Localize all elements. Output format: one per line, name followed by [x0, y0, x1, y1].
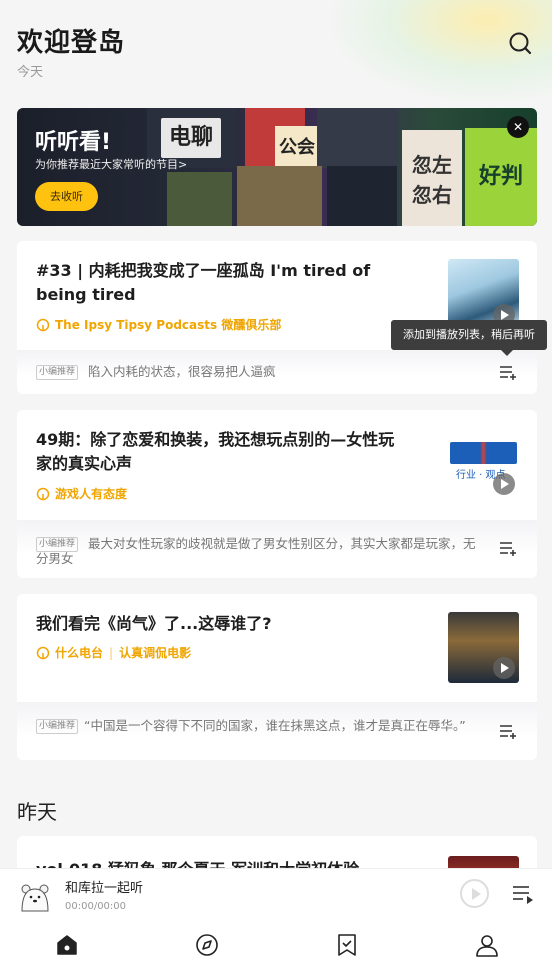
- add-to-playlist-icon[interactable]: [499, 540, 517, 556]
- podcast-icon: [36, 318, 50, 331]
- player-time: 00:00/00:00: [65, 901, 127, 912]
- source-name: 游戏人有态度: [55, 487, 128, 501]
- play-button[interactable]: [460, 879, 489, 908]
- header: 欢迎登岛 今天: [17, 22, 535, 82]
- podcast-icon: [36, 487, 50, 500]
- banner-tile: [237, 166, 322, 226]
- source-separator: |: [109, 645, 114, 660]
- add-to-playlist-icon[interactable]: [499, 723, 517, 739]
- recommendation-text-content: 最大对女性玩家的歧视就是做了男女性别区分，其实大家都是玩家，无分男女: [36, 536, 476, 566]
- play-icon[interactable]: [493, 473, 515, 495]
- close-icon[interactable]: ✕: [507, 116, 529, 138]
- profile-icon[interactable]: [475, 933, 499, 957]
- source-name: 认真调侃电影: [119, 646, 192, 660]
- banner-tile: [317, 108, 397, 168]
- episode-title[interactable]: #33 | 内耗把我变成了一座孤岛 I'm tired of being tir…: [36, 259, 406, 307]
- recommendation-row: 小编推荐 陷入内耗的状态，很容易把人逼疯: [17, 350, 537, 394]
- episode-cover[interactable]: [448, 612, 519, 683]
- episode-source[interactable]: The Ipsy Tipsy Podcasts 微醺俱乐部: [36, 316, 281, 333]
- editor-pick-badge: 小编推荐: [36, 365, 79, 380]
- banner-tile: [327, 166, 397, 226]
- listen-button[interactable]: 去收听: [35, 182, 98, 211]
- recommendation-text: 陷入内耗的状态，很容易把人逼疯: [88, 364, 276, 379]
- episode-cover[interactable]: 行业 · 观点: [448, 428, 519, 499]
- banner-tile: 公会: [275, 126, 319, 170]
- recommendation-row: 小编推荐 最大对女性玩家的歧视就是做了男女性别区分，其实大家都是玩家，无分男女: [17, 520, 537, 578]
- banner-tile: 好判: [465, 128, 537, 226]
- source-name: 什么电台: [55, 646, 104, 660]
- recommendation-text: “中国是一个容得下不同的国家，谁在抹黑这点，谁才是真正在辱华。”: [36, 718, 476, 733]
- section-title-yesterday: 昨天: [17, 800, 57, 824]
- banner-title: 听听看!: [35, 130, 112, 155]
- recommendation-text: 最大对女性玩家的歧视就是做了男女性别区分，其实大家都是玩家，无分男女: [36, 536, 476, 566]
- mini-player[interactable]: 和库拉一起听 00:00/00:00: [0, 868, 552, 920]
- episode-card[interactable]: 49期：除了恋爱和换装，我还想玩点别的—女性玩家的真实心声 游戏人有态度 行业 …: [17, 410, 537, 578]
- episode-title[interactable]: 49期：除了恋爱和换装，我还想玩点别的—女性玩家的真实心声: [36, 428, 406, 476]
- playlist-icon[interactable]: [512, 884, 534, 904]
- episode-card[interactable]: 我们看完《尚气》了...这辱谁了? 什么电台 | 认真调侃电影 小编推荐 “中国…: [17, 594, 537, 760]
- discover-icon[interactable]: [195, 933, 219, 957]
- podcast-icon: [36, 646, 50, 659]
- add-to-playlist-icon[interactable]: [499, 364, 517, 380]
- page-title: 欢迎登岛: [17, 28, 126, 58]
- banner-tile: 电聊: [161, 118, 221, 158]
- episode-card[interactable]: #33 | 内耗把我变成了一座孤岛 I'm tired of being tir…: [17, 241, 537, 394]
- banner-tile: [167, 172, 232, 226]
- player-title: 和库拉一起听: [65, 881, 144, 896]
- recommend-banner[interactable]: 电聊 公会 忽左 忽右 好判 听听看! 为你推荐最近大家常听的节目> 去收听 ✕: [17, 108, 537, 226]
- banner-tile-text: 忽左: [412, 153, 452, 177]
- add-to-playlist-tooltip: 添加到播放列表，稍后再听: [391, 320, 547, 356]
- episode-source[interactable]: 什么电台 | 认真调侃电影: [36, 644, 191, 661]
- banner-subtitle[interactable]: 为你推荐最近大家常听的节目>: [35, 156, 187, 172]
- source-name: The Ipsy Tipsy Podcasts 微醺俱乐部: [55, 318, 282, 332]
- recommendation-row: 小编推荐 “中国是一个容得下不同的国家，谁在抹黑这点，谁才是真正在辱华。”: [17, 702, 537, 760]
- episode-title[interactable]: 我们看完《尚气》了...这辱谁了?: [36, 612, 406, 636]
- cover-logo: [450, 442, 517, 464]
- episode-source[interactable]: 游戏人有态度: [36, 485, 127, 502]
- subscribe-icon[interactable]: [335, 933, 359, 957]
- bottom-tab-bar: [0, 920, 552, 969]
- page-date-label: 今天: [17, 65, 44, 80]
- play-icon[interactable]: [493, 657, 515, 679]
- banner-tile: 忽左 忽右: [402, 130, 462, 226]
- home-icon[interactable]: [55, 933, 79, 957]
- recommendation-text-content: “中国是一个容得下不同的国家，谁在抹黑这点，谁才是真正在辱华。”: [84, 718, 466, 733]
- banner-tile-text: 忽右: [412, 183, 452, 207]
- search-icon[interactable]: [507, 30, 533, 56]
- bear-avatar-icon: [21, 884, 49, 912]
